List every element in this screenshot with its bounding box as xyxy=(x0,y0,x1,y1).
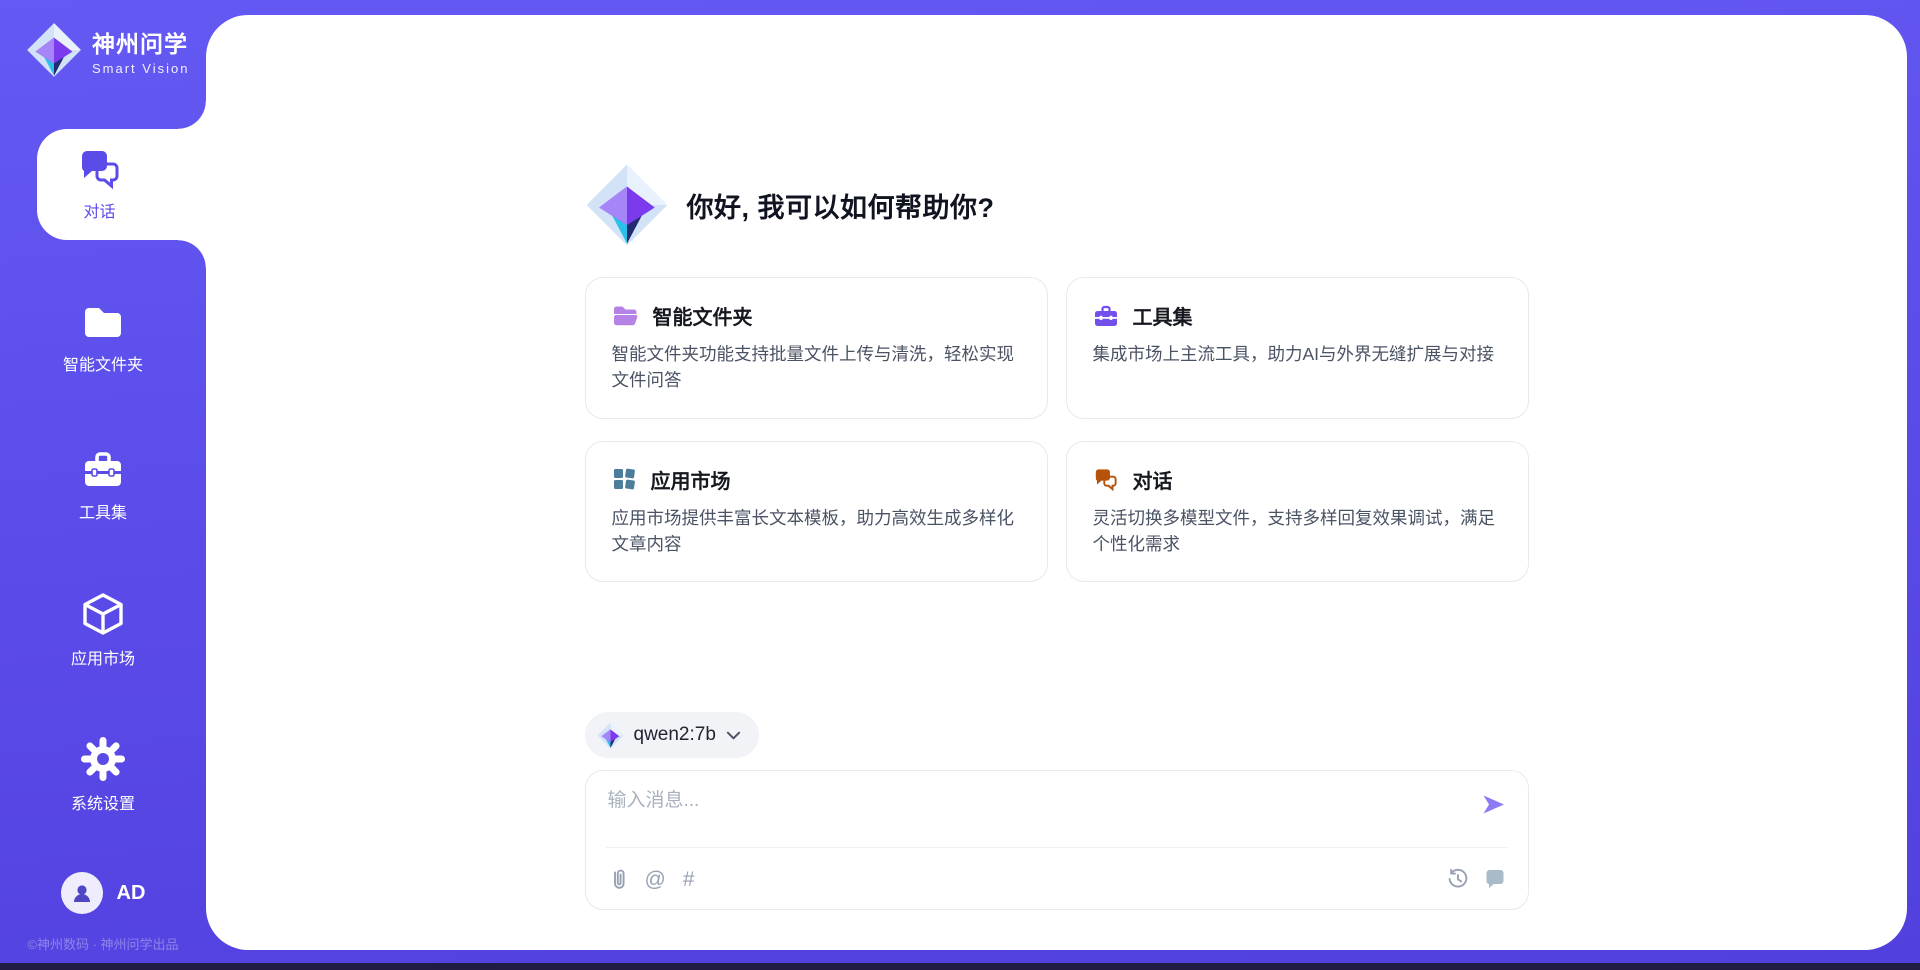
mention-icon: @ xyxy=(645,868,666,891)
model-selector[interactable]: qwen2:7b xyxy=(585,712,759,758)
topic-button[interactable]: # xyxy=(683,869,695,890)
composer-toolbar: @ # xyxy=(610,859,1506,899)
toolbox-icon xyxy=(80,447,126,491)
sidebar-item-label: 工具集 xyxy=(79,499,127,523)
feature-cards: 智能文件夹 智能文件夹功能支持批量文件上传与清洗，轻松实现文件问答 工具集 集成… xyxy=(585,277,1529,582)
brand-subtitle: Smart Vision xyxy=(92,61,189,76)
card-title: 智能文件夹 xyxy=(653,301,753,330)
brand-gem-icon xyxy=(597,722,624,749)
card-app-market[interactable]: 应用市场 应用市场提供丰富长文本模板，助力高效生成多样化文章内容 xyxy=(585,441,1048,583)
card-title: 工具集 xyxy=(1133,301,1193,330)
greeting: 你好, 我可以如何帮助你? xyxy=(585,163,1529,247)
chevron-down-icon xyxy=(726,730,741,741)
feedback-button[interactable] xyxy=(1484,869,1506,890)
card-title: 应用市场 xyxy=(651,465,731,494)
cube-icon xyxy=(80,591,126,637)
card-description: 智能文件夹功能支持批量文件上传与清洗，轻松实现文件问答 xyxy=(612,341,1021,394)
brand-name: 神州问学 xyxy=(92,25,189,59)
card-description: 灵活切换多模型文件，支持多样回复效果调试，满足个性化需求 xyxy=(1093,505,1502,558)
chat-icon xyxy=(1093,467,1119,492)
mention-button[interactable]: @ xyxy=(645,869,666,890)
sidebar-item-label: 应用市场 xyxy=(71,645,135,669)
sidebar-item-settings[interactable]: 系统设置 xyxy=(0,732,206,818)
user-initials: AD xyxy=(117,882,146,905)
brand-logo: 神州问学 Smart Vision xyxy=(26,22,189,78)
sidebar-item-label: 对话 xyxy=(83,198,115,222)
active-tab-bottom-curve xyxy=(178,240,206,268)
card-toolset[interactable]: 工具集 集成市场上主流工具，助力AI与外界无缝扩展与对接 xyxy=(1066,277,1529,419)
avatar[interactable] xyxy=(61,872,103,914)
card-smart-folder[interactable]: 智能文件夹 智能文件夹功能支持批量文件上传与清洗，轻松实现文件问答 xyxy=(585,277,1048,419)
grid-icon xyxy=(612,467,637,491)
folder-open-icon xyxy=(612,304,639,328)
composer-divider xyxy=(606,847,1508,848)
card-chat[interactable]: 对话 灵活切换多模型文件，支持多样回复效果调试，满足个性化需求 xyxy=(1066,441,1529,583)
card-title: 对话 xyxy=(1133,465,1173,494)
hash-icon: # xyxy=(683,868,695,891)
paperclip-icon xyxy=(610,868,628,891)
card-description: 集成市场上主流工具，助力AI与外界无缝扩展与对接 xyxy=(1093,341,1502,367)
gear-icon xyxy=(80,736,126,782)
brand-gem-icon xyxy=(585,163,669,247)
attach-button[interactable] xyxy=(610,868,628,891)
history-icon xyxy=(1447,868,1469,890)
briefcase-icon xyxy=(1093,304,1119,328)
sidebar-item-app-market[interactable]: 应用市场 xyxy=(0,587,206,673)
brand-gem-icon xyxy=(26,22,82,78)
sidebar-item-smart-folder[interactable]: 智能文件夹 xyxy=(0,295,206,381)
comment-icon xyxy=(1484,869,1506,890)
chat-icon xyxy=(77,147,123,191)
sidebar-item-toolset[interactable]: 工具集 xyxy=(0,442,206,528)
person-icon xyxy=(70,881,94,905)
send-button[interactable] xyxy=(1481,793,1506,819)
message-input[interactable] xyxy=(608,785,1458,841)
bottom-edge-bar xyxy=(0,963,1920,970)
main-panel: 你好, 我可以如何帮助你? 智能文件夹 智能文件夹功能支持批量文件上传与清洗，轻… xyxy=(206,15,1907,950)
sidebar: 神州问学 Smart Vision 对话 智能文件夹 工具集 xyxy=(0,0,206,970)
sidebar-item-chat[interactable]: 对话 xyxy=(37,129,206,240)
sidebar-item-label: 系统设置 xyxy=(71,790,135,814)
card-description: 应用市场提供丰富长文本模板，助力高效生成多样化文章内容 xyxy=(612,505,1021,558)
model-name: qwen2:7b xyxy=(634,724,716,746)
user-profile[interactable]: AD xyxy=(0,872,206,914)
folder-icon xyxy=(80,301,126,343)
copyright-text: ©神州数码 · 神州问学出品 xyxy=(0,934,206,953)
history-button[interactable] xyxy=(1447,868,1469,890)
send-icon xyxy=(1481,793,1506,816)
message-composer: @ # xyxy=(585,770,1529,910)
active-tab-top-curve xyxy=(178,101,206,129)
sidebar-item-label: 智能文件夹 xyxy=(63,351,143,375)
greeting-text: 你好, 我可以如何帮助你? xyxy=(687,186,995,225)
